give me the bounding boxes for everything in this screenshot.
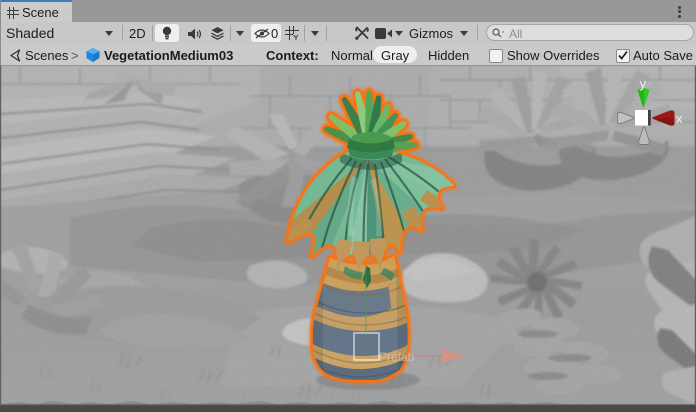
svg-text:Prefab: Prefab [379, 350, 415, 364]
svg-text:y: y [640, 76, 647, 91]
svg-text:x: x [676, 111, 683, 126]
